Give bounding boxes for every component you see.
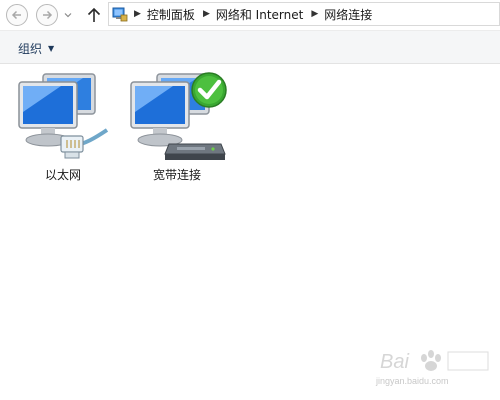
organize-menu-button[interactable]: 组织 ▼ xyxy=(18,40,54,57)
breadcrumb-network-connections[interactable]: 网络连接 xyxy=(324,6,372,23)
connection-label: 以太网 xyxy=(44,168,81,182)
command-bar: 组织 ▼ xyxy=(0,30,500,64)
arrow-right-icon xyxy=(43,10,53,20)
connection-item-broadband[interactable]: 宽带连接 xyxy=(122,68,232,183)
organize-label: 组织 xyxy=(18,42,43,56)
caret-down-icon: ▼ xyxy=(48,44,55,53)
connection-label: 宽带连接 xyxy=(152,168,201,182)
ethernet-adapter-icon xyxy=(18,73,109,159)
breadcrumb-network-internet[interactable]: 网络和 Internet xyxy=(216,6,303,23)
arrow-left-icon xyxy=(11,10,21,20)
broadband-connection-icon xyxy=(130,72,227,160)
recent-locations-chevron-icon[interactable] xyxy=(63,10,73,20)
address-box[interactable]: ▶ 控制面板 ▶ 网络和 Internet ▶ 网络连接 xyxy=(108,2,500,26)
baidu-paw-logo-icon: Bai xyxy=(380,350,489,373)
baidu-jingyan-watermark: Bai jingyan.baidu.com xyxy=(376,346,496,390)
address-bar-row: ▶ 控制面板 ▶ 网络和 Internet ▶ 网络连接 xyxy=(0,0,500,30)
up-arrow-icon[interactable] xyxy=(85,5,103,25)
breadcrumb-control-panel[interactable]: 控制面板 xyxy=(147,6,195,23)
breadcrumb-separator[interactable]: ▶ xyxy=(203,9,210,19)
back-button[interactable] xyxy=(6,4,28,26)
connection-item-ethernet[interactable]: 以太网 xyxy=(8,68,118,183)
breadcrumb-separator[interactable]: ▶ xyxy=(311,9,318,19)
network-folder-icon xyxy=(112,7,128,22)
svg-text:Bai: Bai xyxy=(380,351,409,373)
breadcrumb-separator[interactable]: ▶ xyxy=(134,9,141,19)
watermark-site-text: jingyan.baidu.com xyxy=(376,376,449,386)
connected-checkmark-icon xyxy=(191,72,227,108)
forward-button[interactable] xyxy=(36,4,58,26)
